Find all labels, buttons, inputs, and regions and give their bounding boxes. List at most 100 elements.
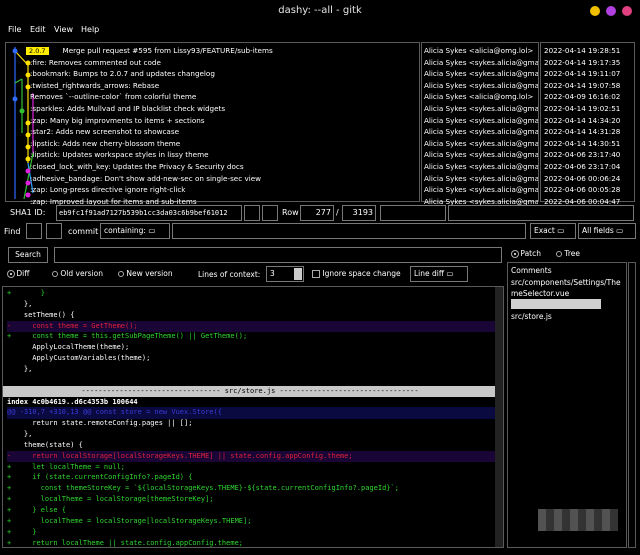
find-input[interactable] xyxy=(172,223,526,239)
commit-author[interactable]: Alicia Sykes <sykes.alicia@gma xyxy=(424,57,538,69)
fields-select[interactable]: All fields ▭ xyxy=(578,223,636,239)
commit-author[interactable]: Alicia Sykes <sykes.alicia@gma xyxy=(424,103,538,115)
commit-row[interactable]: 2.0.7 Merge pull request #595 from Lissy9… xyxy=(26,45,411,57)
file-list-item[interactable]: src/components/Settings/ThemeSelector.vu… xyxy=(511,277,623,299)
commit-date[interactable]: 2022-04-06 00:05:28 xyxy=(544,184,634,196)
diff-line: + } xyxy=(7,527,37,536)
radio-new-version[interactable] xyxy=(118,271,124,277)
menu-view[interactable]: View xyxy=(54,25,73,34)
diff-line xyxy=(7,375,495,386)
commit-subject: :zap: Many big improvments to items + se… xyxy=(30,115,205,125)
row-label: Row xyxy=(282,208,299,217)
ignore-space-checkbox[interactable] xyxy=(312,270,320,278)
maximize-button[interactable] xyxy=(606,6,616,16)
close-button[interactable] xyxy=(622,6,632,16)
commit-author[interactable]: Alicia Sykes <sykes.alicia@gma xyxy=(424,115,538,127)
commit-row[interactable]: :sparkles: Adds Mullvad and IP blacklist… xyxy=(30,103,415,115)
diff-line: + } xyxy=(7,289,45,297)
find-next-button[interactable] xyxy=(46,223,62,239)
patch-label: Patch xyxy=(520,249,541,258)
commit-author[interactable]: Alicia Sykes <sykes.alicia@gma xyxy=(424,149,538,161)
commit-date[interactable]: 2022-04-06 00:06:24 xyxy=(544,173,634,185)
commit-author[interactable]: Alicia Sykes <sykes.alicia@gma xyxy=(424,173,538,185)
context-spinbox[interactable]: 3 xyxy=(266,266,304,282)
commit-author-pane[interactable]: Alicia Sykes <alicia@omg.lol> Alicia Syke… xyxy=(421,42,539,206)
file-list-scrollbar[interactable] xyxy=(628,262,636,548)
commit-row[interactable]: :zap: Long-press directive ignore right-… xyxy=(30,184,415,196)
menu-edit[interactable]: Edit xyxy=(30,25,46,34)
commit-author[interactable]: Alicia Sykes <sykes.alicia@gma xyxy=(424,184,538,196)
radio-old-version[interactable] xyxy=(52,271,58,277)
back-button[interactable] xyxy=(244,205,260,221)
commit-row[interactable]: :fire: Removes commented out code xyxy=(30,57,415,69)
context-label: Lines of context: xyxy=(198,270,261,279)
commit-row[interactable]: :closed_lock_with_key: Updates the Priva… xyxy=(30,161,415,173)
commit-date[interactable]: 2022-04-06 23:17:04 xyxy=(544,161,634,173)
sha-input[interactable]: eb9fc1f91ad7127b539b1cc3da03c6b9bef61012 xyxy=(56,205,242,221)
commit-date[interactable]: 2022-04-14 14:31:28 xyxy=(544,126,634,138)
new-version-option: New version xyxy=(118,269,173,278)
commit-date[interactable]: 2022-04-14 14:30:51 xyxy=(544,138,634,150)
forward-button[interactable] xyxy=(262,205,278,221)
diff-line: --------------------------------- src/st… xyxy=(3,385,497,398)
commit-author[interactable]: Alicia Sykes <sykes.alicia@gma xyxy=(424,80,538,92)
commit-date[interactable]: 2022-04-06 23:17:40 xyxy=(544,149,634,161)
radio-patch[interactable] xyxy=(512,251,518,257)
menu-indicator-icon: ▭ xyxy=(557,226,565,235)
file-list-item[interactable]: Comments xyxy=(511,265,623,276)
old-version-label: Old version xyxy=(60,269,103,278)
exact-select[interactable]: Exact ▭ xyxy=(530,223,576,239)
commit-author[interactable]: Alicia Sykes <sykes.alicia@gma xyxy=(424,68,538,80)
commit-row[interactable]: :lipstick: Updates workspace styles in l… xyxy=(30,149,415,161)
commit-date[interactable]: 2022-04-14 19:11:07 xyxy=(544,68,634,80)
diff-line: }, xyxy=(7,364,33,373)
commit-row[interactable]: :adhesive_bandage: Don't show add-new-se… xyxy=(30,173,415,185)
commit-author[interactable]: Alicia Sykes <sykes.alicia@gma xyxy=(424,126,538,138)
selected-file-highlight[interactable] xyxy=(511,299,601,309)
diff-scrollbar[interactable] xyxy=(495,287,503,547)
minimize-button[interactable] xyxy=(590,6,600,16)
find-label: Find xyxy=(4,227,21,236)
commit-author[interactable]: Alicia Sykes <alicia@omg.lol> xyxy=(424,45,538,57)
diff-line: index 4c0b4619..d6c4353b 100644 xyxy=(7,397,138,406)
fields-value: All fields xyxy=(582,226,614,235)
spin-arrows-icon[interactable] xyxy=(294,268,302,280)
commit-date-pane[interactable]: 2022-04-14 19:28:51 2022-04-14 19:17:35 20… xyxy=(540,42,635,206)
commit-date[interactable]: 2022-04-14 14:34:20 xyxy=(544,115,634,127)
commit-row[interactable]: :twisted_rightwards_arrows: Rebase xyxy=(30,80,415,92)
file-list-item[interactable]: src/store.js xyxy=(511,311,623,322)
commit-date[interactable]: 2022-04-14 19:02:51 xyxy=(544,103,634,115)
commit-row[interactable]: :bookmark: Bumps to 2.0.7 and updates ch… xyxy=(30,68,415,80)
commit-author[interactable]: Alicia Sykes <sykes.alicia@gma xyxy=(424,161,538,173)
find-prev-button[interactable] xyxy=(26,223,42,239)
commit-author[interactable]: Alicia Sykes <sykes.alicia@gma xyxy=(424,138,538,150)
diff-line: }, xyxy=(7,430,33,439)
commit-date[interactable]: 2022-04-14 19:28:51 xyxy=(544,45,634,57)
diff-options: Diff xyxy=(8,269,29,278)
commit-date[interactable]: 2022-04-14 19:17:35 xyxy=(544,57,634,69)
search-button[interactable]: Search xyxy=(8,247,48,263)
commit-date[interactable]: 2022-04-09 16:16:02 xyxy=(544,91,634,103)
file-list-pane[interactable]: Comments src/components/Settings/ThemeSe… xyxy=(507,262,627,548)
tag-badge[interactable]: 2.0.7 xyxy=(26,47,49,55)
commit-row[interactable]: :lipstick: Adds new cherry-blossom theme xyxy=(30,138,415,150)
radio-tree[interactable] xyxy=(556,251,562,257)
menu-help[interactable]: Help xyxy=(81,25,99,34)
commit-row[interactable]: :zap: Many big improvments to items + se… xyxy=(30,115,415,127)
menu-file[interactable]: File xyxy=(8,25,21,34)
find-type-select[interactable]: containing: ▭ xyxy=(100,223,170,239)
line-diff-select[interactable]: Line diff ▭ xyxy=(410,266,468,282)
diff-pane[interactable]: + } }, setTheme() {- const theme = GetTh… xyxy=(2,286,504,548)
exact-value: Exact xyxy=(534,226,555,235)
commit-subject: :twisted_rightwards_arrows: Rebase xyxy=(30,80,160,90)
commit-subject-pane[interactable]: 2.0.7 Merge pull request #595 from Lissy9… xyxy=(5,42,420,206)
search-input[interactable] xyxy=(54,247,502,263)
commit-subject: :adhesive_bandage: Don't show add-new-se… xyxy=(30,173,262,183)
diff-line: theme(state) { xyxy=(7,440,83,449)
commit-row[interactable]: :star2: Adds new screenshot to showcase xyxy=(30,126,415,138)
diff-line: + const theme = this.getSubPageTheme() |… xyxy=(7,332,248,341)
commit-author[interactable]: Alicia Sykes <alicia@omg.lol> xyxy=(424,91,538,103)
commit-date[interactable]: 2022-04-14 19:07:58 xyxy=(544,80,634,92)
commit-row[interactable]: Removes `--outline-color` from colorful … xyxy=(30,91,415,103)
radio-diff[interactable] xyxy=(8,271,14,277)
